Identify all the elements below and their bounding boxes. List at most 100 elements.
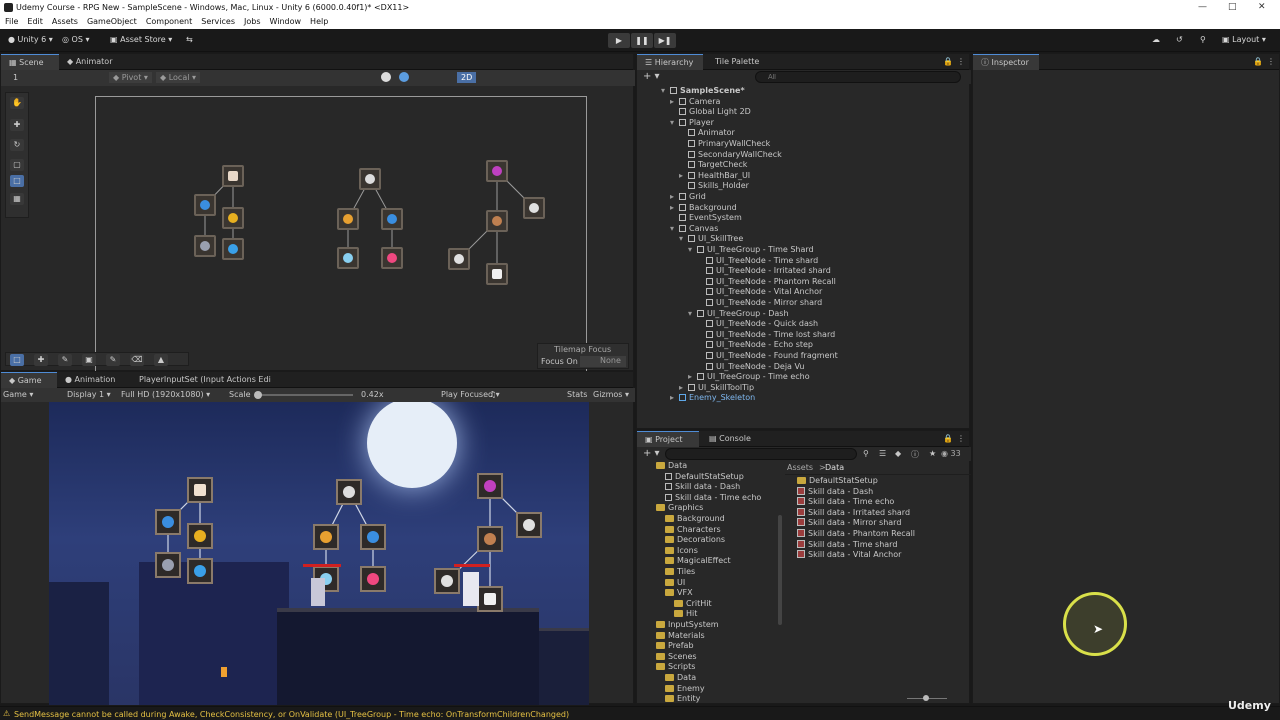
- hierarchy-row[interactable]: ▸ UI_SkillToolTip: [679, 383, 754, 394]
- game-node-magnet-icon[interactable]: [477, 473, 503, 499]
- hierarchy-row[interactable]: UI_TreeNode - Phantom Recall: [697, 277, 836, 288]
- hierarchy-row[interactable]: UI_TreeNode - Mirror shard: [697, 298, 822, 309]
- scale-slider[interactable]: [254, 391, 353, 399]
- game-node-figure-icon[interactable]: [434, 568, 460, 594]
- minimize-icon[interactable]: —: [1198, 0, 1207, 15]
- tab-hierarchy[interactable]: ☰ Hierarchy: [637, 54, 703, 70]
- scene-node-bubble-icon[interactable]: [486, 263, 508, 285]
- project-asset-item[interactable]: DefaultStatSetup: [797, 476, 878, 487]
- menu-jobs[interactable]: Jobs: [239, 15, 265, 29]
- hierarchy-row[interactable]: ▾ UI_TreeGroup - Time Shard: [688, 245, 814, 256]
- hierarchy-row[interactable]: ▸ UI_TreeGroup - Time echo: [688, 372, 810, 383]
- project-folder-row[interactable]: Data: [656, 461, 687, 472]
- status-message[interactable]: SendMessage cannot be called during Awak…: [14, 710, 569, 719]
- play-button[interactable]: ▶: [608, 33, 630, 48]
- hierarchy-row[interactable]: UI_TreeNode - Found fragment: [697, 351, 838, 362]
- tile-pick-icon[interactable]: ✎: [106, 354, 120, 366]
- cloud-icon[interactable]: ☁: [1152, 35, 1160, 44]
- tile-select-icon[interactable]: □: [10, 354, 24, 366]
- project-folder-row[interactable]: Scripts: [656, 662, 695, 673]
- hierarchy-row[interactable]: TargetCheck: [679, 160, 747, 171]
- project-folder-row[interactable]: Skill data - Time echo: [665, 493, 761, 504]
- project-folder-row[interactable]: MagicalEffect: [665, 556, 731, 567]
- filter-label-icon[interactable]: ☰: [879, 449, 886, 458]
- hierarchy-row[interactable]: UI_TreeNode - Irritated shard: [697, 266, 831, 277]
- project-tree-scrollbar[interactable]: [778, 515, 782, 625]
- game-node-sparks-icon[interactable]: [477, 526, 503, 552]
- scale-slider-handle[interactable]: [254, 391, 262, 399]
- game-node-ring-icon[interactable]: [516, 512, 542, 538]
- menu-gameobject[interactable]: GameObject: [82, 15, 141, 29]
- project-lock-icon[interactable]: 🔒: [943, 434, 953, 443]
- favorite-icon[interactable]: ★: [929, 449, 936, 458]
- menu-file[interactable]: File: [0, 15, 22, 29]
- expanded-arrow-icon[interactable]: ▾: [670, 118, 679, 129]
- stats-toggle[interactable]: Stats: [567, 390, 587, 399]
- project-menu-icon[interactable]: ⋮: [957, 434, 965, 443]
- collapsed-arrow-icon[interactable]: ▸: [679, 171, 688, 182]
- project-folder-row[interactable]: Scenes: [656, 652, 697, 663]
- hierarchy-row[interactable]: UI_TreeNode - Quick dash: [697, 319, 818, 330]
- project-asset-item[interactable]: Skill data - Time shard: [797, 539, 897, 551]
- hierarchy-row[interactable]: SecondaryWallCheck: [679, 150, 782, 161]
- scene-node-orb-icon[interactable]: [194, 194, 216, 216]
- project-folder-row[interactable]: Hit: [674, 609, 697, 620]
- scene-node-heart-icon[interactable]: [381, 247, 403, 269]
- tab-input-actions[interactable]: PlayerInputSet (Input Actions Edi: [131, 372, 279, 388]
- hierarchy-row[interactable]: Skills_Holder: [679, 181, 749, 192]
- maximize-icon[interactable]: □: [1228, 0, 1237, 15]
- hierarchy-row[interactable]: ▸ HealthBar_UI: [679, 171, 750, 182]
- menu-window[interactable]: Window: [265, 15, 306, 29]
- project-asset-item[interactable]: Skill data - Mirror shard: [797, 518, 901, 529]
- tab-game[interactable]: ◆ Game: [1, 372, 57, 388]
- step-button[interactable]: ▶❚: [654, 33, 676, 48]
- hierarchy-row[interactable]: UI_TreeNode - Deja Vu: [697, 362, 804, 373]
- project-folder-row[interactable]: Characters: [665, 525, 721, 536]
- hierarchy-row[interactable]: ▾ Canvas: [670, 224, 718, 235]
- inspector-menu-icon[interactable]: ⋮: [1267, 57, 1275, 66]
- game-type-dropdown[interactable]: Game ▾: [3, 390, 33, 399]
- focus-on-dropdown[interactable]: None: [580, 356, 626, 367]
- filter-type-icon[interactable]: ⚲: [863, 449, 869, 458]
- scene-node-feather-icon[interactable]: [222, 165, 244, 187]
- project-folder-row[interactable]: CritHit: [674, 599, 712, 610]
- inspector-lock-icon[interactable]: 🔒: [1253, 57, 1263, 66]
- collapsed-arrow-icon[interactable]: ▸: [688, 372, 697, 383]
- tile-erase-icon[interactable]: ⌫: [130, 354, 144, 366]
- game-node-banana-icon[interactable]: [187, 523, 213, 549]
- version-control-icon[interactable]: ⇆: [186, 35, 193, 44]
- collapsed-arrow-icon[interactable]: ▸: [670, 97, 679, 108]
- game-node-heart-icon[interactable]: [360, 566, 386, 592]
- hierarchy-row[interactable]: ▾ Player: [670, 118, 714, 129]
- search-icon[interactable]: ⚲: [1200, 35, 1206, 44]
- collapsed-arrow-icon[interactable]: ▸: [670, 393, 679, 404]
- hierarchy-row[interactable]: ▾ SampleScene*: [661, 86, 745, 97]
- project-folder-row[interactable]: VFX: [665, 588, 693, 599]
- hierarchy-row[interactable]: ▸ Camera: [670, 97, 720, 108]
- project-folder-row[interactable]: Enemy: [665, 684, 705, 695]
- filter-tag-icon[interactable]: ◆: [895, 449, 901, 458]
- project-folder-row[interactable]: UI: [665, 578, 685, 589]
- scene-node-diamond-icon[interactable]: [359, 168, 381, 190]
- expanded-arrow-icon[interactable]: ▾: [661, 86, 670, 97]
- tile-fill-icon[interactable]: ▲: [154, 354, 168, 366]
- close-icon[interactable]: ✕: [1258, 0, 1266, 15]
- info-icon[interactable]: ⓘ: [911, 449, 919, 460]
- game-node-bubble-icon[interactable]: [477, 586, 503, 612]
- breadcrumb-data[interactable]: Data: [825, 463, 844, 472]
- hierarchy-row[interactable]: UI_TreeNode - Vital Anchor: [697, 287, 822, 298]
- game-node-cycle-icon[interactable]: [360, 524, 386, 550]
- os-dropdown[interactable]: ◎ OS ▾: [62, 35, 89, 44]
- collapsed-arrow-icon[interactable]: ▸: [679, 383, 688, 394]
- collapsed-arrow-icon[interactable]: ▸: [670, 192, 679, 203]
- mute-icon[interactable]: ♫: [489, 390, 496, 399]
- hierarchy-row[interactable]: ▸ Background: [670, 203, 737, 214]
- menu-assets[interactable]: Assets: [47, 15, 82, 29]
- menu-component[interactable]: Component: [141, 15, 196, 29]
- project-asset-item[interactable]: Skill data - Dash: [797, 486, 873, 498]
- scene-node-magnet-icon[interactable]: [486, 160, 508, 182]
- project-folder-row[interactable]: InputSystem: [656, 620, 719, 631]
- collapsed-arrow-icon[interactable]: ▸: [670, 203, 679, 214]
- pause-button[interactable]: ❚❚: [631, 33, 653, 48]
- create-icon[interactable]: + ▾: [643, 71, 660, 82]
